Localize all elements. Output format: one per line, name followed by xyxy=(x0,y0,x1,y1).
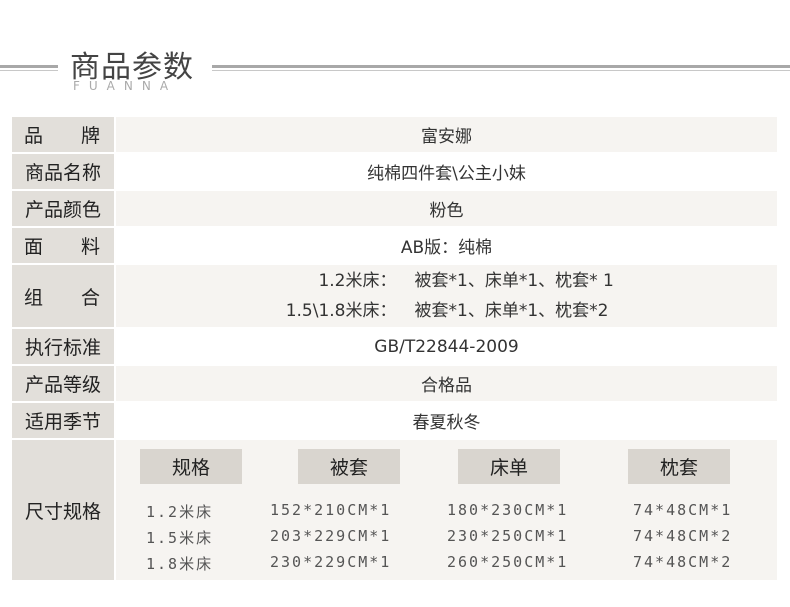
size-header-duvet: 被套 xyxy=(298,449,400,484)
size-cell: 180*230CM*1 xyxy=(447,501,569,519)
spec-value: 纯棉四件套\公主小妹 xyxy=(116,154,777,189)
spec-label: 执行标准 xyxy=(12,329,114,364)
spec-table: 品牌 富安娜 商品名称 纯棉四件套\公主小妹 产品颜色 粉色 面料 AB版：纯棉… xyxy=(12,117,777,582)
spec-value: AB版：纯棉 xyxy=(116,228,777,263)
size-cell: 260*250CM*1 xyxy=(447,553,569,571)
section-header: 商品参数 FUANNA xyxy=(0,0,790,110)
spec-row-grade: 产品等级 合格品 xyxy=(12,366,777,401)
size-cell: 74*48CM*1 xyxy=(633,501,733,519)
spec-label: 产品等级 xyxy=(12,366,114,401)
size-cell: 152*210CM*1 xyxy=(270,501,392,519)
spec-label: 组合 xyxy=(12,265,114,327)
combo-line: 1.5\1.8米床： 被套*1、床单*1、枕套*2 xyxy=(285,301,609,321)
spec-row-standard: 执行标准 GB/T22844-2009 xyxy=(12,329,777,364)
combo-line: 1.2米床： 被套*1、床单*1、枕套* 1 xyxy=(318,271,614,291)
spec-value: 合格品 xyxy=(116,366,777,401)
size-cell: 74*48CM*2 xyxy=(633,527,733,545)
spec-row-material: 面料 AB版：纯棉 xyxy=(12,228,777,263)
spec-row-color: 产品颜色 粉色 xyxy=(12,191,777,226)
spec-label: 面料 xyxy=(12,228,114,263)
size-header-pillowcase: 枕套 xyxy=(628,449,730,484)
spec-row-size: 尺寸规格 规格 被套 床单 枕套 1.2米床 152*210CM*1 180*2… xyxy=(12,440,777,580)
spec-label: 适用季节 xyxy=(12,403,114,438)
size-table: 规格 被套 床单 枕套 1.2米床 152*210CM*1 180*230CM*… xyxy=(116,440,777,580)
spec-row-product-name: 商品名称 纯棉四件套\公主小妹 xyxy=(12,154,777,189)
spec-value: 粉色 xyxy=(116,191,777,226)
spec-value: 1.2米床： 被套*1、床单*1、枕套* 1 1.5\1.8米床： 被套*1、床… xyxy=(116,265,777,327)
header-rule-right xyxy=(212,65,790,71)
spec-value: GB/T22844-2009 xyxy=(116,329,777,364)
spec-row-brand: 品牌 富安娜 xyxy=(12,117,777,152)
spec-value: 春夏秋冬 xyxy=(116,403,777,438)
size-header-spec: 规格 xyxy=(140,449,242,484)
spec-row-season: 适用季节 春夏秋冬 xyxy=(12,403,777,438)
size-cell: 203*229CM*1 xyxy=(270,527,392,545)
header-rule-left xyxy=(0,65,58,71)
spec-label: 尺寸规格 xyxy=(12,440,114,580)
size-cell: 1.5米床 xyxy=(146,529,214,547)
spec-value: 富安娜 xyxy=(116,117,777,152)
size-header-sheet: 床单 xyxy=(458,449,560,484)
section-subtitle: FUANNA xyxy=(73,79,178,93)
spec-row-combination: 组合 1.2米床： 被套*1、床单*1、枕套* 1 1.5\1.8米床： 被套*… xyxy=(12,265,777,327)
size-cell: 1.8米床 xyxy=(146,555,214,573)
size-cell: 74*48CM*2 xyxy=(633,553,733,571)
size-cell: 230*250CM*1 xyxy=(447,527,569,545)
size-cell: 1.2米床 xyxy=(146,503,214,521)
spec-label: 品牌 xyxy=(12,117,114,152)
size-cell: 230*229CM*1 xyxy=(270,553,392,571)
spec-label: 产品颜色 xyxy=(12,191,114,226)
spec-label: 商品名称 xyxy=(12,154,114,189)
